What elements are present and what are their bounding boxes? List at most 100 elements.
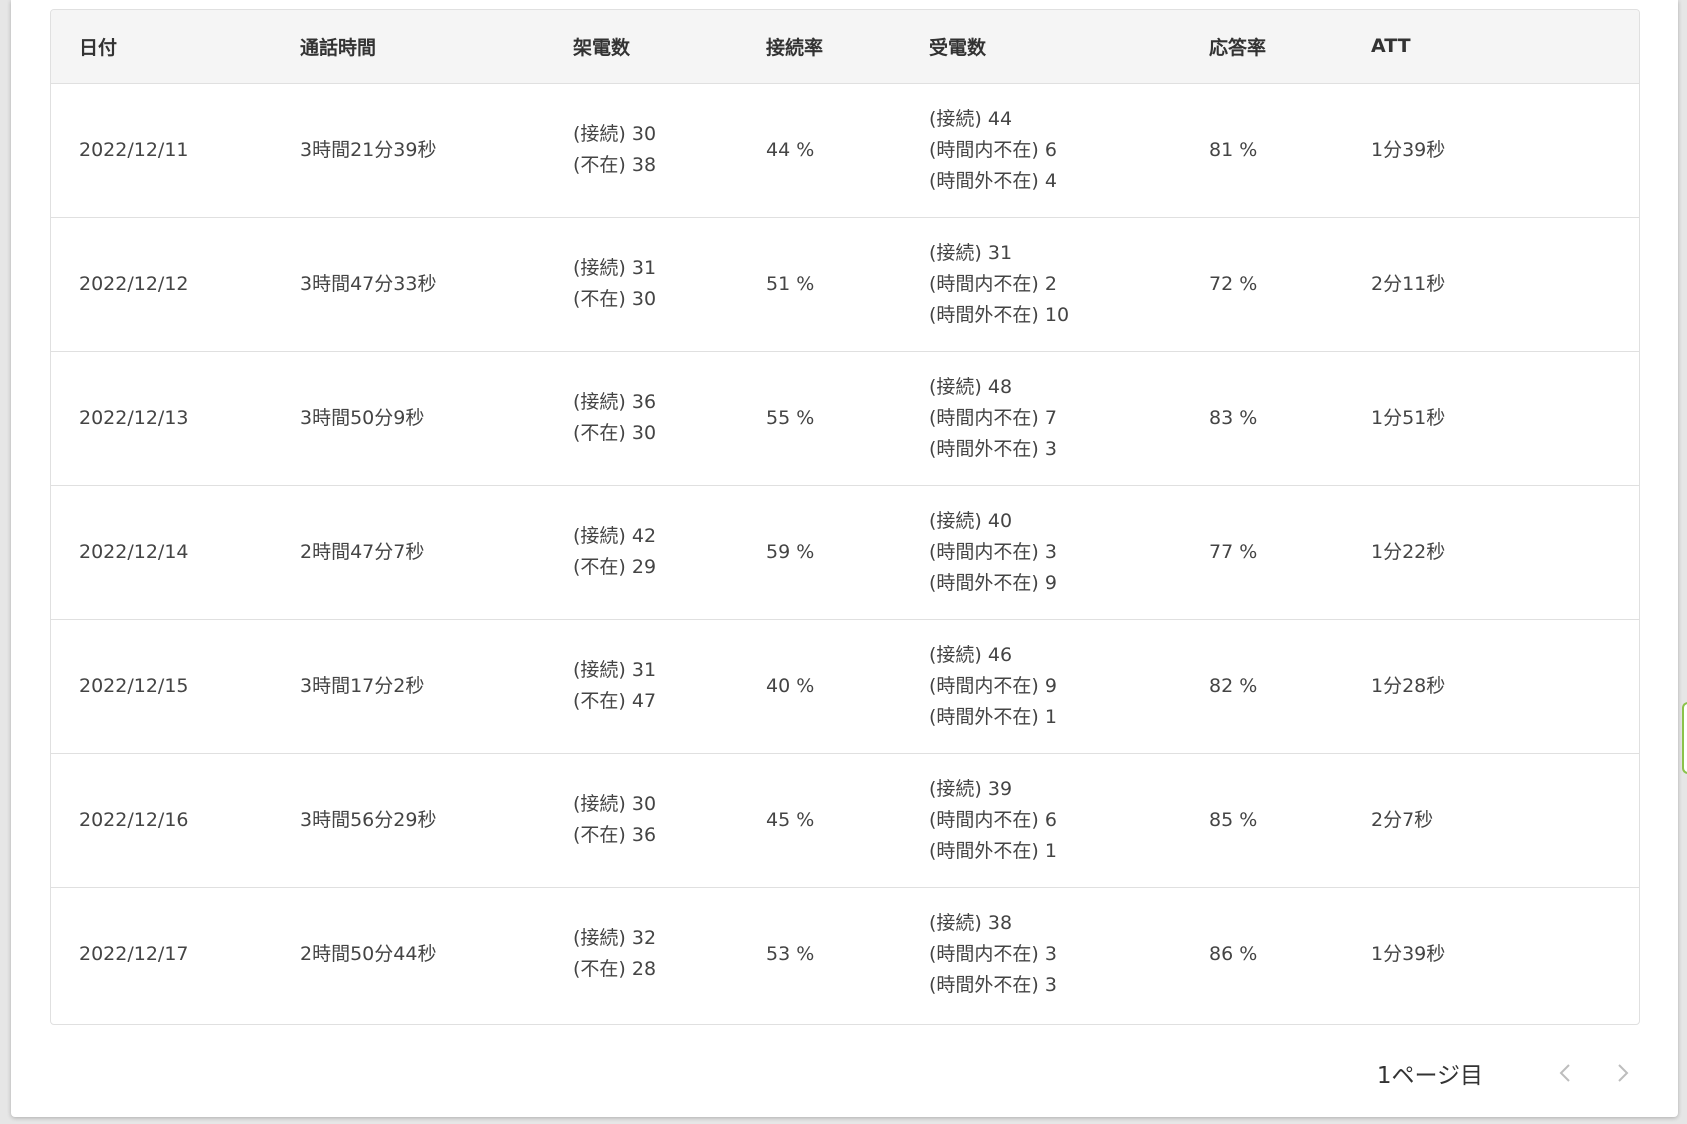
cell-outbound-calls: (接続) 31 (不在) 47 bbox=[545, 618, 738, 753]
cell-outbound-calls: (接続) 30 (不在) 36 bbox=[545, 752, 738, 887]
cell-answer-rate: 72 % bbox=[1181, 216, 1343, 351]
cell-outbound-calls-line: (不在) 30 bbox=[573, 288, 657, 310]
cell-answer-rate: 86 % bbox=[1181, 886, 1343, 1021]
cell-connect-rate: 40 % bbox=[738, 618, 901, 753]
cell-inbound-calls-line: (時間外不在) 1 bbox=[929, 839, 1057, 862]
cell-answer-rate: 85 % bbox=[1181, 752, 1343, 887]
cell-outbound-calls: (接続) 32 (不在) 28 bbox=[545, 886, 738, 1021]
cell-inbound-calls: (接続) 39 (時間内不在) 6 (時間外不在) 1 bbox=[901, 752, 1181, 887]
pagination: 1ページ目 bbox=[1377, 1053, 1635, 1093]
cell-outbound-calls-line: (接続) 42 bbox=[573, 525, 657, 547]
cell-date: 2022/12/11 bbox=[79, 138, 189, 161]
cell-inbound-calls-line: (時間外不在) 10 bbox=[929, 303, 1070, 326]
cell-att: 1分51秒 bbox=[1343, 350, 1639, 485]
cell-inbound-calls: (接続) 31 (時間内不在) 2 (時間外不在) 10 bbox=[901, 216, 1181, 351]
cell-outbound-calls-line: (不在) 28 bbox=[573, 958, 657, 981]
cell-outbound-calls-line: (不在) 36 bbox=[573, 824, 657, 846]
cell-inbound-calls: (接続) 44 (時間内不在) 6 (時間外不在) 4 bbox=[901, 83, 1181, 217]
cell-inbound-calls: (接続) 48 (時間内不在) 7 (時間外不在) 3 bbox=[901, 350, 1181, 485]
cell-outbound-calls-line: (不在) 30 bbox=[573, 422, 657, 444]
cell-inbound-calls-line: (接続) 48 bbox=[929, 375, 1013, 398]
cell-outbound-calls: (接続) 42 (不在) 29 bbox=[545, 484, 738, 619]
table-row: 2022/12/15 3時間17分2秒 (接続) 31 (不在) 47 40 % (接続)… bbox=[51, 618, 1639, 753]
header-answer-rate[interactable]: 応答率 bbox=[1181, 10, 1343, 84]
cell-inbound-calls-line: (時間内不在) 3 bbox=[929, 942, 1057, 965]
cell-inbound-calls-line: (時間外不在) 9 bbox=[929, 571, 1057, 594]
cell-inbound-calls-line: (時間内不在) 7 bbox=[929, 406, 1057, 429]
cell-talk-time: 3時間56分29秒 bbox=[272, 752, 545, 887]
cell-outbound-calls-line: (不在) 29 bbox=[573, 556, 657, 578]
cell-outbound-calls: (接続) 30 (不在) 38 bbox=[545, 83, 738, 217]
cell-att: 1分39秒 bbox=[1371, 138, 1446, 161]
cell-talk-time: 3時間50分9秒 bbox=[272, 350, 545, 485]
cell-inbound-calls-line: (時間外不在) 4 bbox=[929, 169, 1057, 192]
cell-outbound-calls-line: (接続) 31 bbox=[573, 659, 657, 681]
cell-inbound-calls: (接続) 38 (時間内不在) 3 (時間外不在) 3 bbox=[901, 886, 1181, 1021]
cell-date: 2022/12/14 bbox=[51, 484, 272, 619]
header-talk-time[interactable]: 通話時間 bbox=[272, 10, 545, 84]
cell-inbound-calls-line: (接続) 31 bbox=[929, 241, 1013, 264]
chevron-right-icon bbox=[1618, 1064, 1629, 1082]
cell-att: 2分7秒 bbox=[1343, 752, 1639, 887]
cell-date: 2022/12/15 bbox=[51, 618, 272, 753]
cell-inbound-calls: (接続) 40 (時間内不在) 3 (時間外不在) 9 bbox=[901, 484, 1181, 619]
page-indicator: 1ページ目 bbox=[1376, 1063, 1483, 1089]
cell-talk-time: 3時間21分39秒 bbox=[300, 138, 437, 161]
cell-outbound-calls-line: (接続) 30 bbox=[573, 793, 657, 815]
cell-outbound-calls: (接続) 31 (不在) 30 bbox=[545, 216, 738, 351]
cell-inbound-calls-line: (接続) 38 bbox=[929, 911, 1013, 934]
cell-talk-time: 2時間47分7秒 bbox=[272, 484, 545, 619]
table-row: 2022/12/16 3時間56分29秒 (接続) 30 (不在) 36 45 % (接続… bbox=[51, 752, 1639, 887]
cell-connect-rate: 53 % bbox=[738, 886, 901, 1021]
side-tab-edge[interactable] bbox=[1682, 702, 1687, 774]
cell-att: 1分22秒 bbox=[1343, 484, 1639, 619]
cell-connect-rate: 55 % bbox=[738, 350, 901, 485]
cell-date: 2022/12/17 bbox=[51, 886, 272, 1021]
cell-outbound-calls-line: (不在) 38 bbox=[573, 154, 657, 176]
cell-att: 2分11秒 bbox=[1343, 216, 1639, 351]
cell-inbound-calls-line: (時間内不在) 6 bbox=[929, 808, 1057, 831]
cell-talk-time: 2時間50分44秒 bbox=[272, 886, 545, 1021]
cell-att: 1分28秒 bbox=[1343, 618, 1639, 753]
cell-talk-time: 3時間17分2秒 bbox=[272, 618, 545, 753]
cell-inbound-calls-line: (接続) 44 bbox=[929, 107, 1013, 130]
table-row: 2022/12/17 2時間50分44秒 (接続) 32 (不在) 28 53 % (接続… bbox=[51, 886, 1639, 1021]
cell-connect-rate: 51 % bbox=[738, 216, 901, 351]
table-header-row: 日付 通話時間 架電数 接続率 受電数 応答率 ATT bbox=[51, 10, 1639, 84]
cell-answer-rate: 83 % bbox=[1181, 350, 1343, 485]
header-att[interactable]: ATT bbox=[1343, 10, 1639, 84]
header-date[interactable]: 日付 bbox=[51, 10, 272, 84]
call-stats-table: 日付 通話時間 架電数 接続率 受電数 応答率 ATT 2022/12/11 3時… bbox=[50, 9, 1640, 1025]
cell-att: 1分39秒 bbox=[1343, 886, 1639, 1021]
cell-outbound-calls-line: (接続) 30 bbox=[573, 123, 657, 145]
table-row: 2022/12/14 2時間47分7秒 (接続) 42 (不在) 29 59 % (接続)… bbox=[51, 484, 1639, 619]
table-row: 2022/12/11 3時間21分39秒 (接続) 30 (不在) 38 44 % (接続… bbox=[51, 83, 1639, 217]
cell-date: 2022/12/12 bbox=[51, 216, 272, 351]
prev-page-button[interactable] bbox=[1553, 1061, 1577, 1085]
cell-inbound-calls-line: (時間外不在) 1 bbox=[929, 705, 1057, 728]
cell-inbound-calls: (接続) 46 (時間内不在) 9 (時間外不在) 1 bbox=[901, 618, 1181, 753]
cell-answer-rate: 81 % bbox=[1209, 138, 1258, 161]
table-row: 2022/12/12 3時間47分33秒 (接続) 31 (不在) 30 51 % (接続… bbox=[51, 216, 1639, 351]
chevron-left-icon bbox=[1559, 1064, 1570, 1082]
cell-outbound-calls-line: (接続) 32 bbox=[573, 927, 657, 950]
cell-date: 2022/12/13 bbox=[51, 350, 272, 485]
cell-inbound-calls-line: (時間内不在) 3 bbox=[929, 540, 1057, 563]
cell-talk-time: 3時間47分33秒 bbox=[272, 216, 545, 351]
header-outbound-calls[interactable]: 架電数 bbox=[545, 10, 738, 84]
cell-outbound-calls-line: (不在) 47 bbox=[573, 690, 657, 712]
cell-connect-rate: 45 % bbox=[738, 752, 901, 887]
cell-inbound-calls-line: (接続) 39 bbox=[929, 777, 1013, 800]
cell-date: 2022/12/16 bbox=[51, 752, 272, 887]
cell-connect-rate: 44 % bbox=[766, 138, 815, 161]
header-connect-rate[interactable]: 接続率 bbox=[738, 10, 901, 84]
cell-inbound-calls-line: (時間内不在) 2 bbox=[929, 272, 1057, 295]
cell-inbound-calls-line: (接続) 40 bbox=[929, 509, 1013, 532]
header-inbound-calls[interactable]: 受電数 bbox=[901, 10, 1181, 84]
cell-inbound-calls-line: (時間外不在) 3 bbox=[929, 973, 1057, 996]
cell-outbound-calls-line: (接続) 31 bbox=[573, 257, 657, 279]
cell-connect-rate: 59 % bbox=[738, 484, 901, 619]
cell-inbound-calls-line: (時間内不在) 6 bbox=[929, 138, 1057, 161]
next-page-button[interactable] bbox=[1611, 1061, 1635, 1085]
cell-answer-rate: 82 % bbox=[1181, 618, 1343, 753]
